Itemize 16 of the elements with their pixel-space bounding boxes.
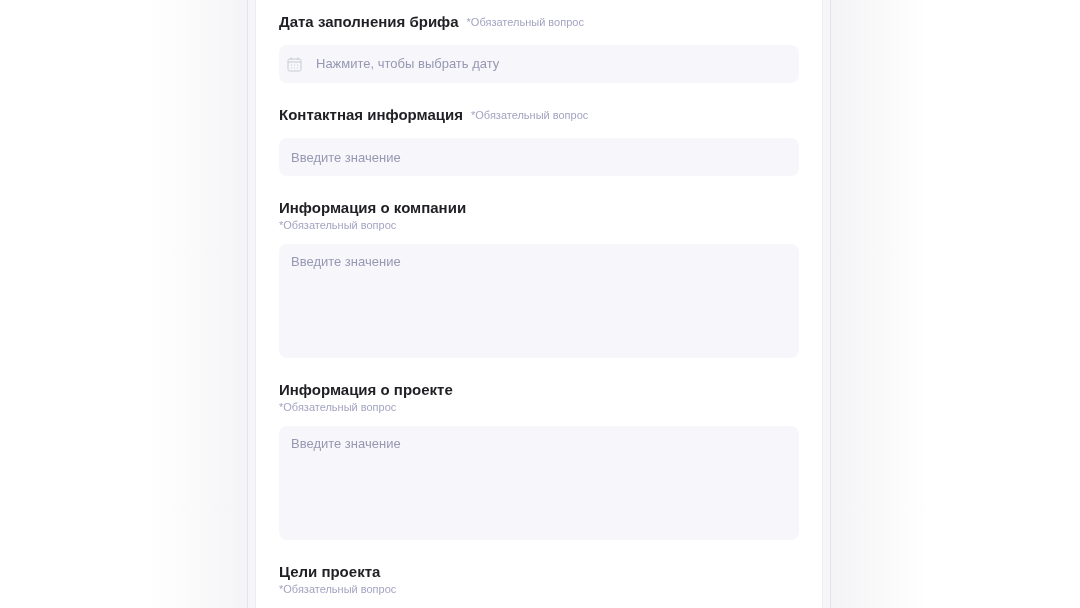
text-area-field[interactable]: Введите значение — [279, 426, 799, 540]
text-area-field[interactable]: Введите значение — [279, 244, 799, 358]
date-picker-field[interactable]: Нажмите, чтобы выбрать дату — [279, 45, 799, 83]
date-placeholder: Нажмите, чтобы выбрать дату — [316, 55, 500, 74]
question-label: Информация о проекте — [279, 380, 454, 400]
question-label: Дата заполнения брифа — [279, 12, 459, 32]
question-label: Цели проекта — [279, 562, 382, 582]
required-note: *Обязательный вопрос — [471, 108, 589, 122]
question-label: Контактная информация — [279, 105, 463, 125]
required-note: *Обязательный вопрос — [279, 582, 398, 596]
text-input-field[interactable]: Введите значение — [279, 138, 799, 176]
calendar-icon — [287, 56, 302, 72]
required-note: *Обязательный вопрос — [466, 15, 584, 29]
question-label: Информация о компании — [279, 198, 468, 218]
required-note: *Обязательный вопрос — [279, 218, 398, 232]
required-note: *Обязательный вопрос — [279, 400, 398, 414]
